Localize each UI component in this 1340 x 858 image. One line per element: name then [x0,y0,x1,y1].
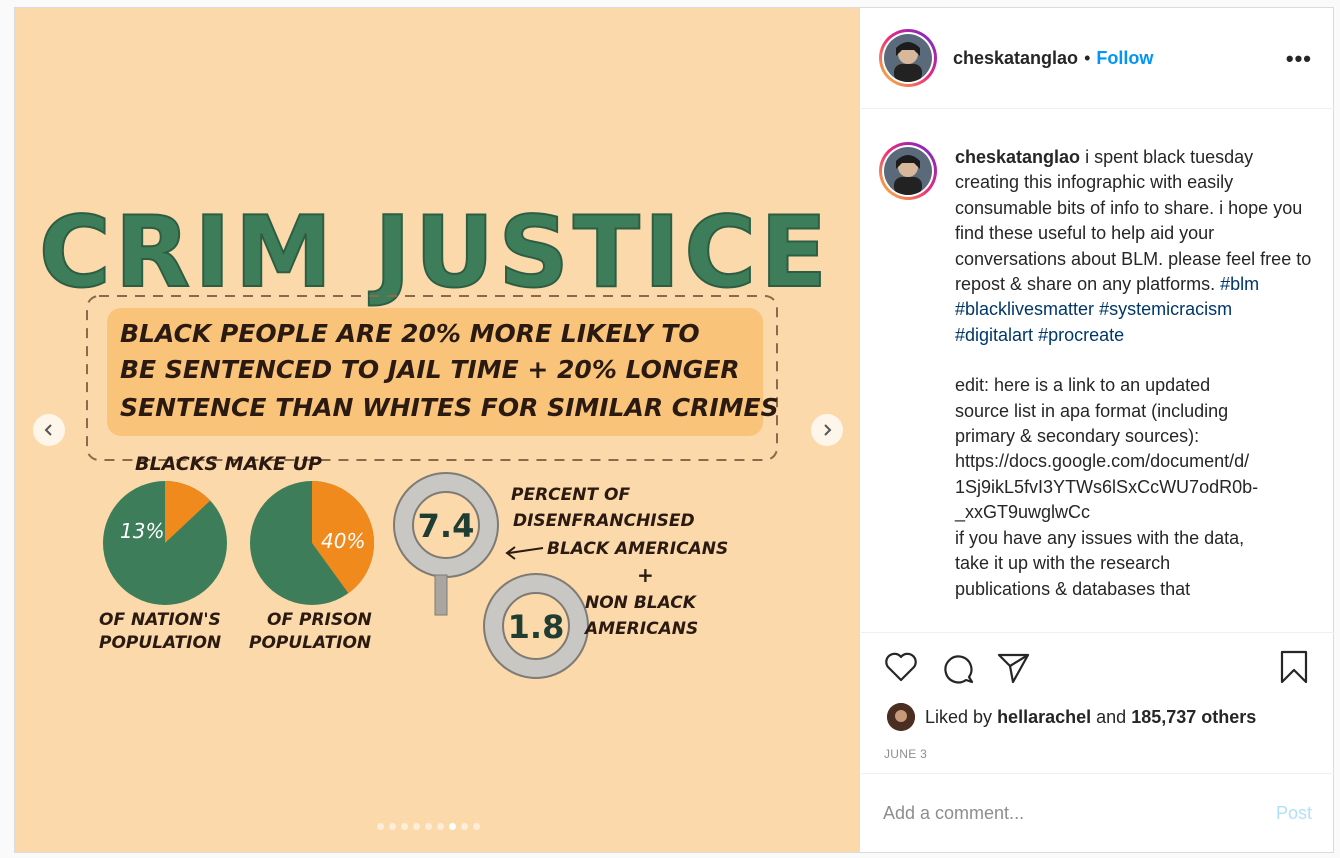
infographic-title: CRIM JUSTICE [39,196,831,310]
cuff-text1-line2: DISENFRANCHISED [513,511,695,531]
bookmark-icon[interactable] [1276,649,1312,685]
comment-input[interactable] [883,802,1276,824]
hashtag-link[interactable]: #digitalart [955,325,1033,345]
pie-chart-prison: 40% [250,481,375,605]
share-icon[interactable] [995,649,1031,685]
caption-text: cheskatanglao i spent black tuesday crea… [955,145,1315,602]
prev-slide-button[interactable] [33,414,65,446]
cuff2-value: 1.8 [508,608,565,646]
more-options-button[interactable]: ••• [1286,46,1312,72]
edit-line: take it up with the research [955,553,1171,574]
slide-dot [473,823,480,830]
liker-avatar[interactable] [887,703,915,731]
likes-summary: Liked by hellarachel and 185,737 others [887,703,1256,731]
caption-section: cheskatanglao i spent black tuesday crea… [879,136,1319,631]
hashtag-link[interactable]: #blacklivesmatter [955,299,1094,319]
pie-chart-nation: 13% [103,481,227,605]
post-comment-button[interactable]: Post [1276,803,1312,824]
blacks-make-up-label: BLACKS MAKE UP [135,453,322,475]
pie1-caption-2: POPULATION [99,633,221,653]
caption-body: i spent black tuesday creating this info… [955,147,1312,295]
slide-dot [461,823,468,830]
post-image[interactable]: CRIM JUSTICE BLACK PEOPLE ARE 20% MORE L… [15,8,860,852]
slide-dot [449,823,456,830]
slide-dot [437,823,444,830]
banner-line-1: BLACK PEOPLE ARE 20% MORE LIKELY TO [120,319,700,348]
plus-sign: + [637,563,654,587]
pie2-caption-1: OF PRISON [267,610,372,630]
caption-username[interactable]: cheskatanglao [955,147,1080,167]
edit-line: primary & secondary sources): [955,426,1200,447]
hashtag-link[interactable]: #procreate [1038,325,1124,345]
post-sidebar: cheskatanglao • Follow ••• cheskatanglao… [861,8,1334,852]
likes-prefix: Liked by [925,706,993,727]
edit-line: 1Sj9ikL5fvI3YTWs6lSxCcWU7odR0b- [955,476,1259,497]
pie1-percent: 13% [120,519,164,543]
slide-dot [377,823,384,830]
hashtag-link[interactable]: #systemicracism [1099,299,1232,319]
post-date[interactable]: JUNE 3 [884,747,927,761]
pie2-percent: 40% [321,529,365,553]
liker-username[interactable]: hellarachel [997,707,1091,728]
hashtag-link[interactable]: #blm [1220,274,1259,294]
cuff-text1-line3: BLACK AMERICANS [547,539,728,559]
pie2-caption-2: POPULATION [249,633,371,653]
arrow-icon [505,546,544,560]
chevron-right-icon [824,424,832,436]
header-username[interactable]: cheskatanglao [953,48,1078,69]
avatar[interactable] [879,29,937,87]
edit-line: https://docs.google.com/document/d/ [955,451,1250,472]
edit-line: edit: here is a link to an updated [955,375,1211,396]
post-header: cheskatanglao • Follow ••• [861,8,1334,109]
header-separator: • [1084,47,1091,68]
caption-avatar[interactable] [879,142,937,200]
avatar-photo [884,147,932,195]
post-card: CRIM JUSTICE BLACK PEOPLE ARE 20% MORE L… [14,7,1334,853]
pie1-caption-1: OF NATION'S [99,610,221,630]
slide-dot [413,823,420,830]
comment-icon[interactable] [939,649,975,685]
cuff1-value: 7.4 [418,507,475,545]
slide-dot [425,823,432,830]
cuff-text1-line1: PERCENT OF [511,485,630,505]
banner-line-3: SENTENCE THAN WHITES FOR SIMILAR CRIMES [120,393,779,422]
heart-icon[interactable] [883,649,919,685]
edit-line: source list in apa format (including [955,400,1229,421]
infographic-art: CRIM JUSTICE BLACK PEOPLE ARE 20% MORE L… [38,195,831,679]
chevron-left-icon [44,424,52,436]
follow-button[interactable]: Follow [1096,48,1153,69]
likes-middle: and [1096,706,1127,727]
action-bar: Liked by hellarachel and 185,737 others … [861,632,1334,772]
next-slide-button[interactable] [811,414,843,446]
avatar-photo [884,34,932,82]
cuff-text2-line2: AMERICANS [583,619,698,639]
slide-dot [389,823,396,830]
edit-line: publications & databases that [955,578,1191,599]
cuff-text2-line1: NON BLACK [585,593,698,613]
edit-line: _xxGT9uwglwCc [955,502,1091,523]
likes-count[interactable]: 185,737 others [1131,707,1256,728]
comment-bar: Post [861,773,1334,852]
banner-line-2: BE SENTENCED TO JAIL TIME + 20% LONGER [120,355,740,384]
slide-indicator [377,823,480,830]
slide-dot [401,823,408,830]
edit-line: if you have any issues with the data, [955,527,1245,548]
